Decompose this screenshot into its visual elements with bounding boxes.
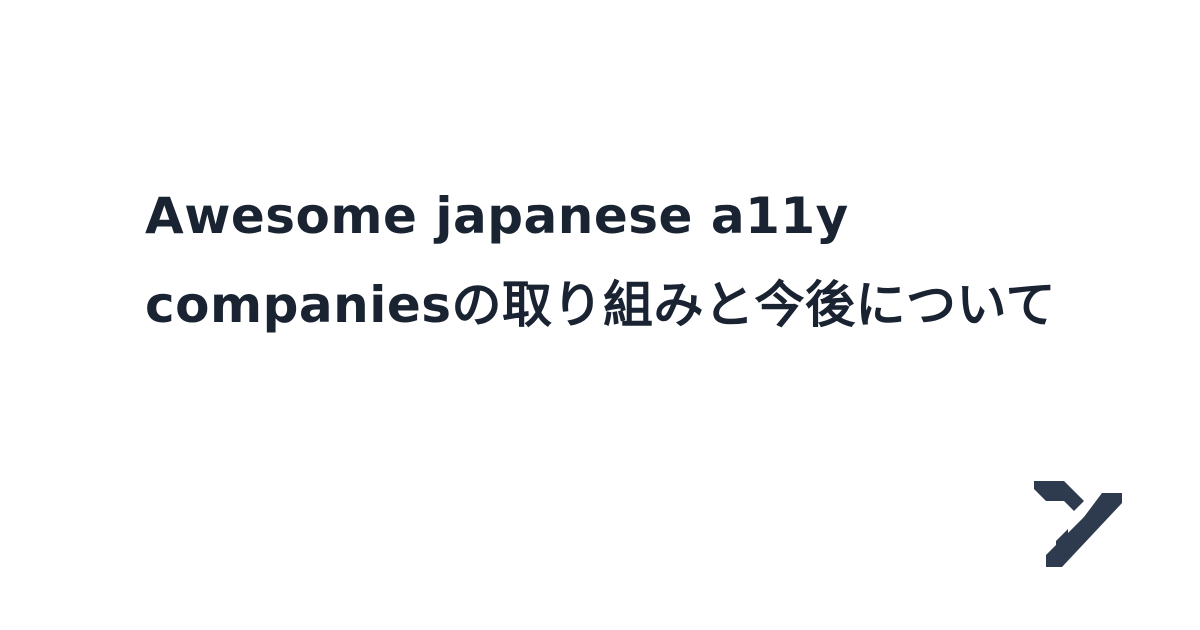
- share-card: Awesome japanese a11y companiesの取り組みと今後に…: [0, 0, 1200, 630]
- page-title: Awesome japanese a11y companiesの取り組みと今後に…: [145, 187, 1057, 334]
- y-logo-icon: [1034, 481, 1122, 567]
